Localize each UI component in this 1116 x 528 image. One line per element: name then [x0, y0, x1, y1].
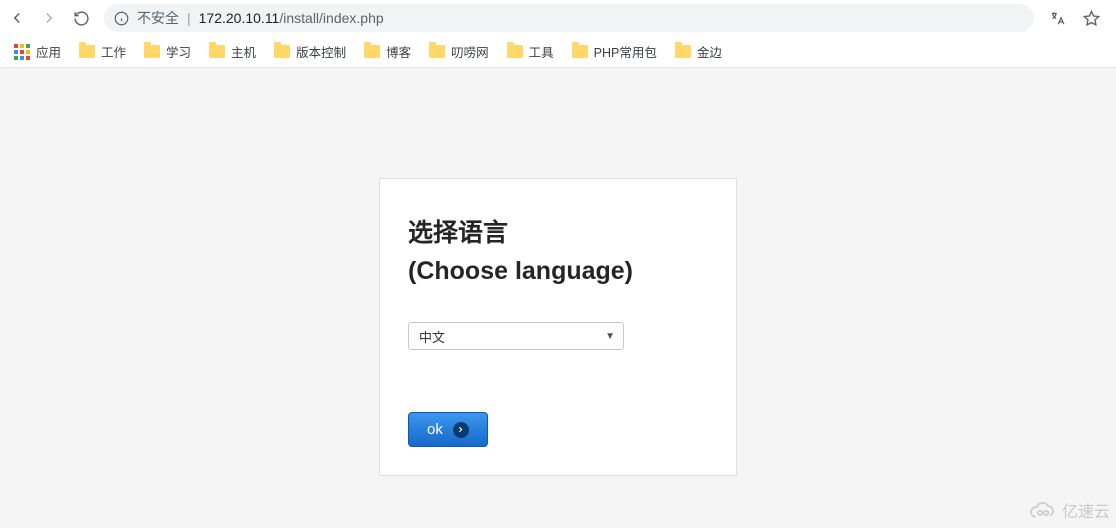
bookmark-folder[interactable]: 工具: [501, 38, 560, 65]
address-bar[interactable]: 不安全 | 172.20.10.11/install/index.php: [104, 4, 1034, 32]
bookmark-label: PHP常用包: [594, 42, 657, 61]
folder-icon: [675, 45, 691, 58]
folder-icon: [364, 45, 380, 58]
bookmark-folder[interactable]: 工作: [73, 38, 132, 65]
bookmark-label: 金边: [697, 42, 722, 61]
arrow-right-icon: [453, 422, 469, 438]
title-line2: (Choose language): [408, 257, 633, 285]
back-button[interactable]: [8, 9, 26, 27]
apps-grid-icon: [14, 44, 30, 60]
apps-label: 应用: [36, 42, 61, 61]
translate-icon[interactable]: [1048, 9, 1066, 27]
url-path: /install/index.php: [279, 10, 383, 26]
bookmark-folder[interactable]: 金边: [669, 38, 728, 65]
caret-down-icon: ▼: [605, 331, 615, 342]
folder-icon: [274, 45, 290, 58]
url-text: 172.20.10.11/install/index.php: [199, 10, 384, 26]
ok-label: ok: [427, 421, 443, 438]
bookmark-folder[interactable]: 主机: [203, 38, 262, 65]
bookmark-star-icon[interactable]: [1082, 9, 1100, 27]
insecure-label: 不安全: [137, 8, 179, 28]
browser-nav-bar: 不安全 | 172.20.10.11/install/index.php: [0, 0, 1116, 36]
language-select[interactable]: 中文 ▼: [408, 322, 624, 350]
url-separator: |: [187, 10, 191, 26]
watermark: 亿速云: [1028, 498, 1110, 522]
folder-icon: [507, 45, 523, 58]
folder-icon: [144, 45, 160, 58]
reload-button[interactable]: [72, 9, 90, 27]
language-value: 中文: [419, 327, 445, 346]
card-title: 选择语言 (Choose language): [408, 215, 708, 290]
title-line1: 选择语言: [408, 219, 508, 247]
language-card: 选择语言 (Choose language) 中文 ▼ ok: [379, 178, 737, 476]
bookmark-label: 版本控制: [296, 42, 346, 61]
site-info-icon[interactable]: [114, 11, 129, 26]
folder-icon: [209, 45, 225, 58]
bookmark-folder[interactable]: 学习: [138, 38, 197, 65]
bookmark-label: 学习: [166, 42, 191, 61]
bookmark-folder[interactable]: 博客: [358, 38, 417, 65]
nav-right-controls: [1048, 9, 1108, 27]
bookmark-bar: 应用 工作 学习 主机 版本控制 博客 叨唠网 工具 PHP常用包 金边: [0, 36, 1116, 68]
bookmark-label: 博客: [386, 42, 411, 61]
folder-icon: [429, 45, 445, 58]
folder-icon: [79, 45, 95, 58]
bookmark-label: 叨唠网: [451, 42, 489, 61]
page-content: 选择语言 (Choose language) 中文 ▼ ok: [0, 68, 1116, 528]
watermark-text: 亿速云: [1062, 498, 1110, 522]
bookmark-label: 工具: [529, 42, 554, 61]
bookmark-label: 主机: [231, 42, 256, 61]
cloud-icon: [1028, 501, 1058, 519]
bookmark-label: 工作: [101, 42, 126, 61]
url-host: 172.20.10.11: [199, 10, 280, 26]
bookmark-folder[interactable]: PHP常用包: [566, 38, 663, 65]
folder-icon: [572, 45, 588, 58]
bookmark-folder[interactable]: 叨唠网: [423, 38, 495, 65]
ok-button[interactable]: ok: [408, 412, 488, 447]
forward-button[interactable]: [40, 9, 58, 27]
apps-button[interactable]: 应用: [8, 38, 67, 65]
bookmark-folder[interactable]: 版本控制: [268, 38, 352, 65]
